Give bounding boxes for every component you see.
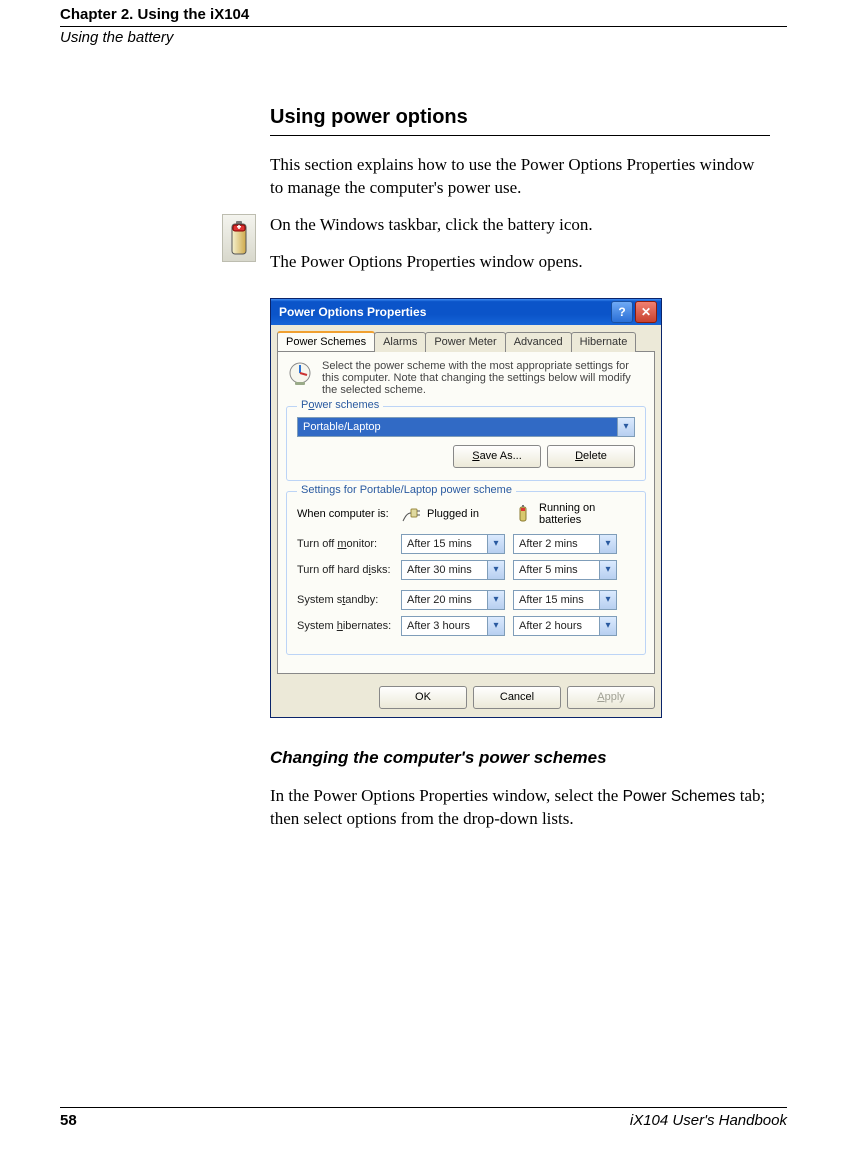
monitor-label: Turn off monitor: [297, 538, 393, 550]
footer-rule [60, 1107, 787, 1108]
window-title: Power Options Properties [279, 305, 609, 319]
battery-small-icon [513, 504, 533, 524]
closing-paragraph: In the Power Options Properties window, … [270, 785, 770, 831]
power-schemes-legend: Power schemes [297, 399, 383, 411]
tab-body: Select the power scheme with the most ap… [277, 351, 655, 674]
section-subhead: Using the battery [60, 29, 787, 46]
titlebar[interactable]: Power Options Properties ? ✕ [271, 299, 661, 325]
settings-legend: Settings for Portable/Laptop power schem… [297, 484, 516, 496]
hdd-ac-select[interactable]: After 30 mins ▾ [401, 560, 505, 580]
tab-advanced[interactable]: Advanced [505, 332, 572, 352]
standby-ac-select[interactable]: After 20 mins ▾ [401, 590, 505, 610]
chevron-down-icon: ▾ [599, 535, 616, 553]
ok-button[interactable]: OK [379, 686, 467, 709]
power-meter-icon [286, 360, 314, 388]
book-title: iX104 User's Handbook [630, 1112, 787, 1129]
battery-icon [222, 214, 256, 262]
standby-label: System standby: [297, 594, 393, 606]
tab-power-schemes[interactable]: Power Schemes [277, 331, 375, 351]
power-options-window: Power Options Properties ? ✕ Power Schem… [270, 298, 662, 718]
dialog-intro-text: Select the power scheme with the most ap… [322, 360, 646, 396]
chevron-down-icon: ▾ [599, 591, 616, 609]
settings-group: Settings for Portable/Laptop power schem… [286, 491, 646, 655]
plugged-in-label: Plugged in [427, 508, 479, 520]
monitor-dc-select[interactable]: After 2 mins ▾ [513, 534, 617, 554]
chevron-down-icon: ▾ [599, 561, 616, 579]
hdd-dc-select[interactable]: After 5 mins ▾ [513, 560, 617, 580]
standby-dc-select[interactable]: After 15 mins ▾ [513, 590, 617, 610]
monitor-ac-select[interactable]: After 15 mins ▾ [401, 534, 505, 554]
heading-power-options: Using power options [270, 106, 770, 129]
page-number: 58 [60, 1112, 77, 1129]
chevron-down-icon: ▾ [487, 617, 504, 635]
scheme-select-value: Portable/Laptop [298, 421, 617, 433]
tab-alarms[interactable]: Alarms [374, 332, 426, 352]
delete-button[interactable]: Delete [547, 445, 635, 468]
power-schemes-group: Power schemes Portable/Laptop ▾ Save As.… [286, 406, 646, 481]
chevron-down-icon: ▾ [599, 617, 616, 635]
chevron-down-icon: ▾ [487, 535, 504, 553]
header-rule [60, 26, 787, 27]
step-click-battery: On the Windows taskbar, click the batter… [270, 214, 770, 237]
cancel-button[interactable]: Cancel [473, 686, 561, 709]
hibernate-dc-select[interactable]: After 2 hours ▾ [513, 616, 617, 636]
on-batteries-label: Running on batteries [539, 502, 617, 526]
hibernate-label: System hibernates: [297, 620, 393, 632]
heading-changing-schemes: Changing the computer's power schemes [270, 748, 770, 768]
close-button[interactable]: ✕ [635, 301, 657, 323]
tab-bar: Power Schemes Alarms Power Meter Advance… [271, 325, 661, 351]
hdd-label: Turn off hard disks: [297, 564, 393, 576]
chevron-down-icon: ▾ [487, 591, 504, 609]
help-button[interactable]: ? [611, 301, 633, 323]
intro-paragraph: This section explains how to use the Pow… [270, 154, 770, 200]
hibernate-ac-select[interactable]: After 3 hours ▾ [401, 616, 505, 636]
save-as-button[interactable]: Save As... [453, 445, 541, 468]
dialog-footer: OK Cancel Apply [271, 680, 661, 717]
plug-icon [401, 504, 421, 524]
apply-button[interactable]: Apply [567, 686, 655, 709]
tab-power-meter[interactable]: Power Meter [425, 332, 505, 352]
step-window-opens: The Power Options Properties window open… [270, 251, 770, 274]
chevron-down-icon: ▾ [487, 561, 504, 579]
scheme-select[interactable]: Portable/Laptop ▾ [297, 417, 635, 437]
when-label: When computer is: [297, 508, 393, 520]
tab-hibernate[interactable]: Hibernate [571, 332, 637, 352]
chapter-title: Chapter 2. Using the iX104 [60, 6, 787, 23]
heading-rule [270, 135, 770, 136]
chevron-down-icon: ▾ [617, 418, 634, 436]
